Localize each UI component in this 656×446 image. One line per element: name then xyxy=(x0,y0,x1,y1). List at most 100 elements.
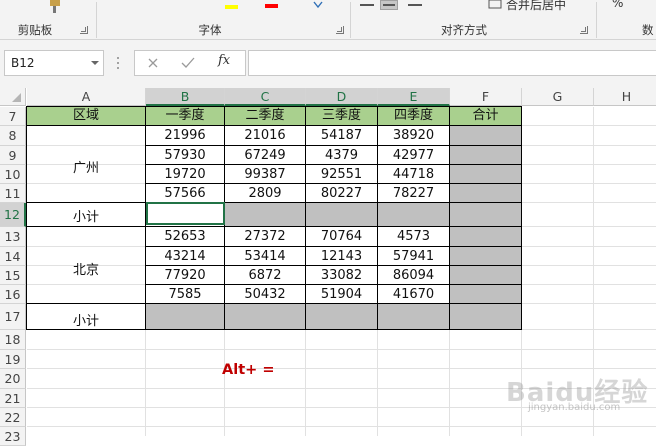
data-cell[interactable]: 4573 xyxy=(378,227,449,247)
row-header-19[interactable]: 19 xyxy=(0,350,26,369)
data-cell[interactable]: 52653 xyxy=(146,227,224,247)
chevron-down-icon[interactable] xyxy=(90,60,100,66)
alignment-launcher-icon[interactable] xyxy=(580,26,588,34)
data-cell[interactable]: 54187 xyxy=(306,126,377,146)
row-header-20[interactable]: 20 xyxy=(0,369,26,389)
border-v xyxy=(521,106,522,330)
more-options-icon[interactable] xyxy=(116,56,120,70)
data-cell[interactable]: 80227 xyxy=(306,184,377,203)
align-bottom-icon[interactable] xyxy=(360,4,374,6)
data-cell[interactable]: 2809 xyxy=(225,184,305,203)
data-cell[interactable]: 6872 xyxy=(225,266,305,285)
data-cell[interactable]: 38920 xyxy=(378,126,449,146)
column-header-a[interactable]: A xyxy=(27,88,146,106)
active-cell-b12[interactable] xyxy=(146,202,225,225)
data-cell[interactable]: 50432 xyxy=(225,285,305,304)
row-header-8[interactable]: 8 xyxy=(0,126,26,146)
column-header-b[interactable]: B xyxy=(146,88,225,106)
data-cell[interactable]: 57930 xyxy=(146,146,224,165)
row-header-22[interactable]: 22 xyxy=(0,408,26,427)
fill-color-icon[interactable] xyxy=(224,0,240,10)
data-cell[interactable]: 53414 xyxy=(225,247,305,266)
row-header-23[interactable]: 23 xyxy=(0,427,26,446)
border-v xyxy=(26,106,27,330)
subtotal-label-guangzhou[interactable]: 小计 xyxy=(27,206,145,225)
data-cell[interactable]: 44718 xyxy=(378,165,449,184)
name-box[interactable]: B12 xyxy=(4,50,104,76)
total-cell-fill xyxy=(450,146,521,164)
font-color-icon[interactable] xyxy=(264,0,280,10)
header-q4[interactable]: 四季度 xyxy=(378,107,449,125)
column-header-e[interactable]: E xyxy=(378,88,450,106)
format-painter-icon[interactable] xyxy=(46,0,68,14)
merge-center-label[interactable]: 合并后居中 xyxy=(506,0,566,13)
data-cell[interactable]: 77920 xyxy=(146,266,224,285)
data-cell[interactable]: 33082 xyxy=(306,266,377,285)
data-cell[interactable]: 41670 xyxy=(378,285,449,304)
data-cell[interactable]: 4379 xyxy=(306,146,377,165)
border-h xyxy=(26,303,522,304)
data-cell[interactable]: 51904 xyxy=(306,285,377,304)
data-cell[interactable]: 86094 xyxy=(378,266,449,285)
column-header-f[interactable]: F xyxy=(450,88,522,106)
data-cell[interactable]: 70764 xyxy=(306,227,377,247)
formula-input[interactable] xyxy=(248,50,656,76)
header-region[interactable]: 区域 xyxy=(27,107,145,125)
row-header-9[interactable]: 9 xyxy=(0,146,26,165)
phonetic-icon[interactable] xyxy=(312,0,324,10)
data-cell[interactable]: 67249 xyxy=(225,146,305,165)
select-all-corner[interactable] xyxy=(0,88,26,106)
subtotal-label-beijing[interactable]: 小计 xyxy=(27,310,145,329)
data-cell[interactable]: 12143 xyxy=(306,247,377,266)
ribbon-separator xyxy=(350,2,351,38)
data-cell[interactable]: 43214 xyxy=(146,247,224,266)
row-header-12[interactable]: 12 xyxy=(0,203,26,227)
row-header-15[interactable]: 15 xyxy=(0,266,26,285)
insert-function-icon[interactable]: fx xyxy=(218,53,230,68)
merge-center-icon[interactable] xyxy=(488,0,502,10)
data-cell[interactable]: 21996 xyxy=(146,126,224,146)
font-launcher-icon[interactable] xyxy=(336,26,344,34)
header-q3[interactable]: 三季度 xyxy=(306,107,377,125)
header-q2[interactable]: 二季度 xyxy=(225,107,305,125)
data-cell[interactable]: 78227 xyxy=(378,184,449,203)
data-cell[interactable]: 92551 xyxy=(306,165,377,184)
data-cell[interactable]: 19720 xyxy=(146,165,224,184)
row-header-17[interactable]: 17 xyxy=(0,304,26,330)
row-header-16[interactable]: 16 xyxy=(0,285,26,304)
ribbon-separator xyxy=(596,2,597,38)
region-guangzhou[interactable]: 广州 xyxy=(27,157,145,176)
total-cell-fill xyxy=(450,266,521,284)
column-header-g[interactable]: G xyxy=(522,88,594,106)
number-format-partial[interactable]: % xyxy=(612,0,623,10)
row-header-11[interactable]: 11 xyxy=(0,184,26,203)
enter-check-icon[interactable] xyxy=(181,57,195,69)
header-q1[interactable]: 一季度 xyxy=(146,107,224,125)
column-header-h[interactable]: H xyxy=(594,88,656,106)
data-cell[interactable]: 21016 xyxy=(225,126,305,146)
row-header-13[interactable]: 13 xyxy=(0,227,26,247)
border-h xyxy=(145,145,522,146)
data-cell[interactable]: 99387 xyxy=(225,165,305,184)
clipboard-launcher-icon[interactable] xyxy=(80,26,88,34)
cancel-icon[interactable] xyxy=(147,57,159,69)
row-header-7[interactable]: 7 xyxy=(0,107,26,126)
row-header-18[interactable]: 18 xyxy=(0,330,26,350)
align-top-icon[interactable] xyxy=(408,4,422,6)
data-cell[interactable]: 57566 xyxy=(146,184,224,203)
row-header-21[interactable]: 21 xyxy=(0,389,26,408)
column-header-d[interactable]: D xyxy=(306,88,378,106)
data-cell[interactable]: 27372 xyxy=(225,227,305,247)
border-v xyxy=(449,106,450,330)
shortcut-annotation: Alt+ = xyxy=(222,362,275,378)
row-header-14[interactable]: 14 xyxy=(0,247,26,266)
data-cell[interactable]: 57941 xyxy=(378,247,449,266)
column-header-c[interactable]: C xyxy=(225,88,306,106)
region-beijing[interactable]: 北京 xyxy=(27,259,145,278)
data-cell[interactable]: 7585 xyxy=(146,285,224,304)
row-header-10[interactable]: 10 xyxy=(0,165,26,184)
data-cell[interactable]: 42977 xyxy=(378,146,449,165)
gridline-h xyxy=(27,426,656,427)
total-cell-fill xyxy=(450,165,521,183)
header-total[interactable]: 合计 xyxy=(450,107,521,125)
